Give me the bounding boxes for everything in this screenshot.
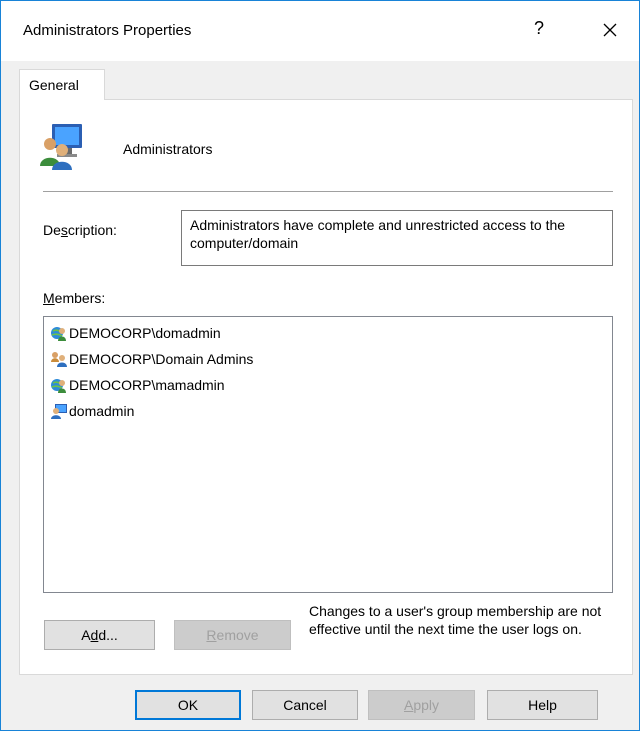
members-list[interactable]: DEMOCORP\domadmin DEMOCORP\Domain Admins…	[43, 316, 613, 593]
group-icon	[40, 124, 82, 170]
member-name: DEMOCORP\Domain Admins	[69, 351, 254, 367]
group-name: Administrators	[123, 141, 213, 157]
membership-note: Changes to a user's group membership are…	[309, 603, 602, 637]
separator	[43, 191, 613, 192]
remove-button[interactable]: Remove	[174, 620, 291, 650]
group-icon	[51, 352, 67, 367]
add-button[interactable]: Add...	[44, 620, 155, 650]
member-name: DEMOCORP\mamadmin	[69, 377, 225, 393]
domain-user-icon	[51, 379, 66, 393]
list-item[interactable]: DEMOCORP\domadmin	[50, 323, 221, 343]
members-label: Members:	[43, 290, 106, 306]
member-name: DEMOCORP\domadmin	[69, 325, 221, 341]
domain-user-icon	[51, 327, 66, 341]
local-user-icon	[51, 404, 67, 419]
window-title: Administrators Properties	[23, 22, 192, 39]
help-title-button[interactable]: ?	[532, 18, 546, 39]
list-item[interactable]: DEMOCORP\Domain Admins	[50, 349, 253, 369]
cancel-button[interactable]: Cancel	[252, 690, 358, 720]
member-name: domadmin	[69, 403, 135, 419]
title-bar[interactable]: Administrators Properties ?	[1, 1, 639, 61]
description-label: Description:	[43, 222, 117, 238]
apply-button[interactable]: Apply	[368, 690, 475, 720]
ok-button[interactable]: OK	[135, 690, 241, 720]
list-item[interactable]: DEMOCORP\mamadmin	[50, 375, 225, 395]
tab-general-label: General	[29, 77, 79, 93]
list-item[interactable]: domadmin	[50, 401, 134, 421]
description-field[interactable]: Administrators have complete and unrestr…	[181, 210, 613, 266]
close-icon[interactable]	[598, 18, 622, 42]
help-button[interactable]: Help	[487, 690, 598, 720]
tab-general[interactable]: General	[19, 69, 105, 100]
